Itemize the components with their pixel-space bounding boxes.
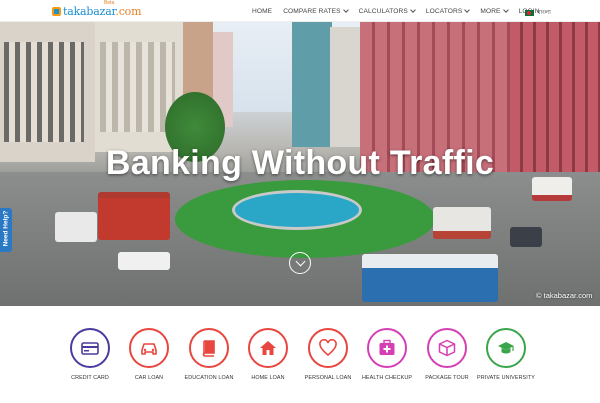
chevron-down-icon xyxy=(342,7,349,13)
service-label: PACKAGE TOUR xyxy=(425,375,469,381)
service-label: CREDIT CARD xyxy=(71,375,109,381)
hero-building xyxy=(330,27,360,147)
top-navbar: takabazar.com Beta HOME COMPARE RATES CA… xyxy=(0,0,600,22)
nav-home-label: HOME xyxy=(252,7,273,15)
nav-more[interactable]: MORE xyxy=(480,7,509,15)
chevron-down-icon xyxy=(410,7,416,13)
hero-banner: Banking Without Traffic © takabazar.com … xyxy=(0,22,600,306)
hero-car xyxy=(510,227,542,247)
hero-bus xyxy=(433,207,491,239)
logo-suffix: .com xyxy=(115,4,142,18)
service-private-university[interactable]: PRIVATE UNIVERSITY xyxy=(476,328,536,382)
nav-more-label: MORE xyxy=(480,7,501,15)
hero-building xyxy=(292,22,332,147)
nav-calculators-label: CALCULATORS xyxy=(358,7,408,15)
medical-kit-icon xyxy=(367,328,407,368)
nav-compare-rates-label: COMPARE RATES xyxy=(283,7,341,15)
service-personal-loan[interactable]: PERSONAL LOAN xyxy=(298,328,358,382)
heart-icon xyxy=(308,328,348,368)
language-label: বাংলা xyxy=(537,10,551,16)
service-label: PRIVATE UNIVERSITY xyxy=(477,375,535,381)
service-health-checkup[interactable]: HEALTH CHECKUP xyxy=(357,328,417,382)
nav-home[interactable]: HOME xyxy=(252,8,272,15)
logo-text: takabazar xyxy=(63,4,116,18)
logo-mark-icon xyxy=(52,6,61,16)
services-section: CREDIT CARD CAR LOAN EDUCATION LOAN HOME… xyxy=(0,306,600,403)
hero-bus xyxy=(98,192,170,240)
service-education-loan[interactable]: EDUCATION LOAN xyxy=(179,328,239,382)
service-label: PERSONAL LOAN xyxy=(304,375,352,381)
hero-bus xyxy=(55,212,97,242)
hero-building xyxy=(4,42,84,142)
service-car-loan[interactable]: CAR LOAN xyxy=(119,328,179,382)
nav-locators-label: LOCATORS xyxy=(425,7,463,15)
language-switch[interactable]: বাংলা xyxy=(525,7,551,18)
hero-title: Banking Without Traffic xyxy=(105,144,495,182)
car-icon xyxy=(129,328,169,368)
beta-badge: Beta xyxy=(104,0,115,6)
chevron-down-icon xyxy=(464,7,471,13)
hero-car xyxy=(118,252,170,270)
service-credit-card[interactable]: CREDIT CARD xyxy=(60,328,120,382)
service-label: EDUCATION LOAN xyxy=(184,375,234,381)
hero-watermark: © takabazar.com xyxy=(536,291,593,300)
hero-bus xyxy=(362,254,498,302)
hero-fountain xyxy=(232,190,362,230)
bangladesh-flag-icon xyxy=(525,9,534,16)
chevron-down-icon xyxy=(502,7,509,13)
hero-building xyxy=(100,42,175,132)
need-help-label: Need Help? xyxy=(2,210,10,247)
nav-locators[interactable]: LOCATORS xyxy=(425,7,471,15)
package-icon xyxy=(427,328,467,368)
home-icon xyxy=(248,328,288,368)
graduation-cap-icon xyxy=(486,328,526,368)
nav-compare-rates[interactable]: COMPARE RATES xyxy=(283,7,349,15)
main-nav: HOME COMPARE RATES CALCULATORS LOCATORS … xyxy=(252,0,551,22)
site-logo[interactable]: takabazar.com xyxy=(52,4,142,18)
credit-card-icon xyxy=(70,328,110,368)
service-label: HOME LOAN xyxy=(251,375,285,381)
service-home-loan[interactable]: HOME LOAN xyxy=(238,328,298,382)
service-label: CAR LOAN xyxy=(134,375,164,381)
scroll-down-button[interactable] xyxy=(289,252,311,274)
need-help-tab[interactable]: Need Help? xyxy=(0,208,12,252)
service-label: HEALTH CHECKUP xyxy=(361,375,413,381)
service-package-tour[interactable]: PACKAGE TOUR xyxy=(417,328,477,382)
book-icon xyxy=(189,328,229,368)
nav-calculators[interactable]: CALCULATORS xyxy=(358,7,416,15)
